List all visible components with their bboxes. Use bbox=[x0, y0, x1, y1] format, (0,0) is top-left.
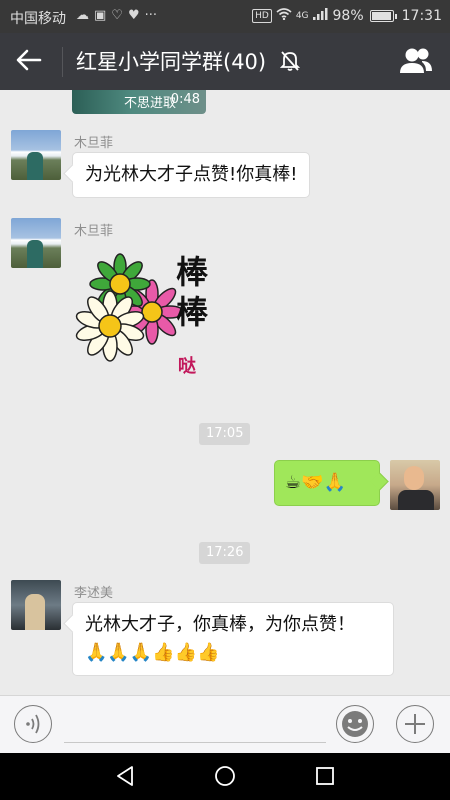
video-duration: 0:48 bbox=[170, 92, 200, 107]
carrier-name: 中国移动 bbox=[10, 11, 66, 27]
sticker-char: 哒 bbox=[178, 356, 196, 377]
avatar-figure bbox=[27, 152, 43, 180]
header-divider bbox=[62, 47, 63, 77]
back-arrow-icon[interactable] bbox=[16, 47, 46, 77]
avatar[interactable] bbox=[11, 130, 61, 180]
emoji-icon[interactable] bbox=[336, 705, 374, 743]
plus-icon[interactable] bbox=[396, 705, 434, 743]
clock: 17:31 bbox=[401, 8, 442, 24]
sender-name: 木旦菲 bbox=[74, 224, 114, 239]
message-bubble[interactable]: 为光林大才子点赞!你真棒! bbox=[72, 152, 311, 198]
avatar-face bbox=[404, 466, 424, 490]
avatar-figure bbox=[25, 594, 45, 630]
message-bubble-outgoing[interactable]: ☕🤝🙏 bbox=[274, 460, 380, 506]
sticker-char: 棒 bbox=[176, 293, 209, 331]
group-members-icon[interactable] bbox=[398, 45, 434, 77]
avatar-figure bbox=[27, 240, 43, 268]
video-caption: 不思进取 bbox=[124, 96, 177, 111]
my-avatar[interactable] bbox=[390, 460, 440, 510]
message-emoji: 🙏🙏🙏👍👍👍 bbox=[85, 642, 220, 663]
notification-icons: ☁ ▣ ♡ ♥ ··· bbox=[76, 8, 157, 23]
hd-badge: HD bbox=[252, 9, 272, 23]
message-text: 光林大才子，你真棒，为你点赞！ bbox=[85, 614, 355, 635]
shield-icon: ♡ bbox=[111, 8, 123, 23]
chat-title: 红星小学同学群(40) bbox=[76, 50, 267, 74]
message-input[interactable] bbox=[64, 742, 326, 743]
voice-icon[interactable] bbox=[14, 705, 52, 743]
system-nav-bar bbox=[0, 753, 450, 800]
sender-name: 木旦菲 bbox=[74, 136, 114, 151]
bell-off-icon bbox=[279, 50, 301, 72]
nav-recent-icon[interactable] bbox=[314, 765, 336, 791]
more-icon: ··· bbox=[144, 8, 158, 23]
battery-fill bbox=[371, 12, 392, 20]
wifi-icon bbox=[276, 8, 292, 24]
sender-name: 李述美 bbox=[74, 586, 114, 601]
message-list[interactable]: 不思进取 0:48 木旦菲 为光林大才子点赞!你真棒! 木旦菲 棒 棒 哒 17… bbox=[0, 90, 450, 695]
nav-back-icon[interactable] bbox=[114, 765, 136, 791]
nav-home-icon[interactable] bbox=[214, 765, 236, 791]
avatar-suit bbox=[398, 490, 434, 510]
signal-icon bbox=[312, 8, 329, 24]
sticker-text: 棒 棒 bbox=[176, 252, 208, 332]
sticker-char: 棒 bbox=[176, 253, 209, 291]
timestamp: 17:26 bbox=[199, 542, 251, 564]
status-right: HD 4G 98% 17:31 bbox=[252, 8, 442, 24]
timestamp: 17:05 bbox=[199, 423, 251, 445]
status-bar: 中国移动 ☁ ▣ ♡ ♥ ··· HD 4G 98% 17:31 bbox=[0, 0, 450, 33]
message-bubble[interactable]: 光林大才子，你真棒，为你点赞！ 🙏🙏🙏👍👍👍 bbox=[72, 602, 394, 676]
network-type: 4G bbox=[295, 11, 309, 21]
cloud-icon: ☁ bbox=[76, 8, 89, 23]
chat-header: 红星小学同学群(40) bbox=[0, 33, 450, 90]
battery-percent: 98% bbox=[332, 8, 364, 24]
app-notification-icon: ▣ bbox=[94, 8, 107, 23]
video-message-preview[interactable]: 不思进取 0:48 bbox=[72, 90, 206, 114]
avatar[interactable] bbox=[11, 218, 61, 268]
health-icon: ♥ bbox=[127, 8, 140, 23]
input-bar bbox=[0, 695, 450, 753]
battery-icon bbox=[369, 10, 397, 22]
avatar[interactable] bbox=[11, 580, 61, 630]
